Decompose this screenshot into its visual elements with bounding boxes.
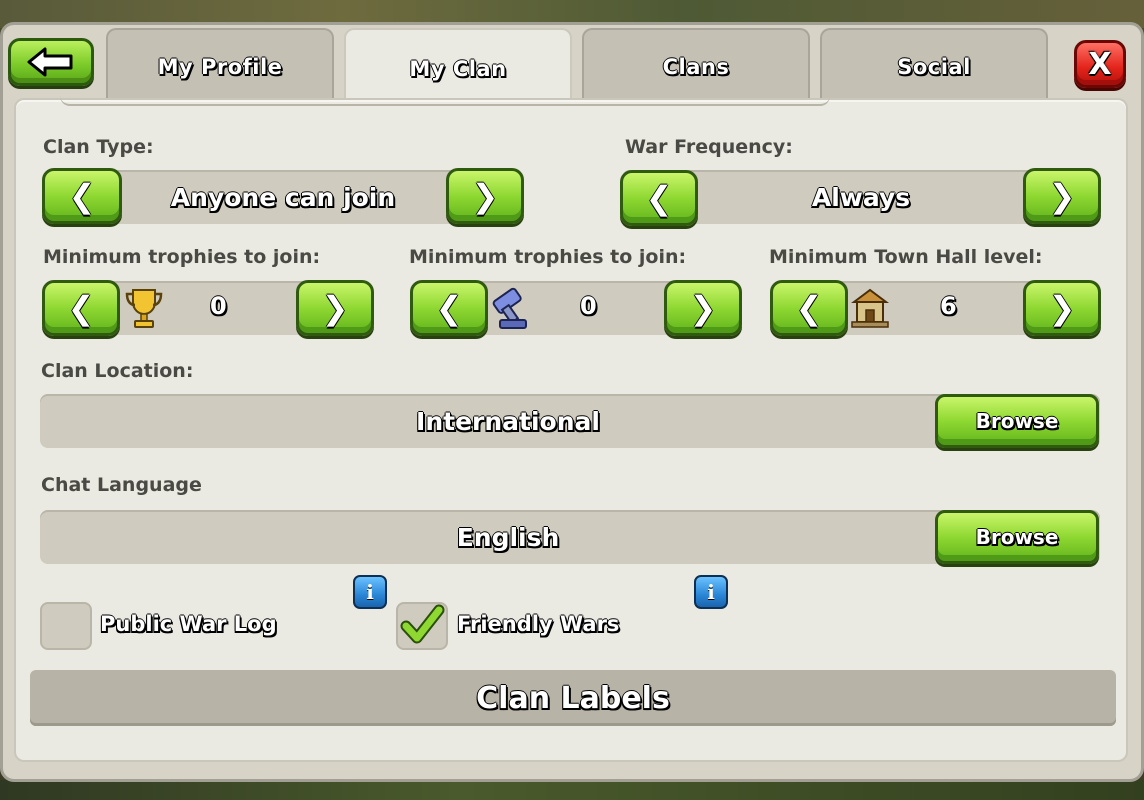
scroll-edge <box>60 96 830 106</box>
chevron-left-icon: ❮ <box>67 289 95 327</box>
close-icon: X <box>1088 46 1112 82</box>
war-frequency-prev-button[interactable]: ❮ <box>620 170 698 226</box>
back-button[interactable] <box>8 38 94 86</box>
min-town-hall-prev-button[interactable]: ❮ <box>770 280 848 336</box>
chat-language-browse-button[interactable]: Browse <box>935 510 1099 564</box>
chevron-right-icon: ❯ <box>321 289 349 327</box>
min-trophies-next-button[interactable]: ❯ <box>296 280 374 336</box>
chevron-left-icon: ❮ <box>795 289 823 327</box>
tab-social[interactable]: Social <box>820 28 1048 104</box>
clan-type-next-button[interactable]: ❯ <box>446 168 524 224</box>
min-war-trophies-prev-button[interactable]: ❮ <box>410 280 488 336</box>
info-icon: i <box>707 580 715 604</box>
chevron-right-icon: ❯ <box>689 289 717 327</box>
chevron-right-icon: ❯ <box>1048 289 1076 327</box>
info-icon: i <box>366 580 374 604</box>
min-war-trophies-value: 0 <box>580 292 597 320</box>
min-war-trophies-next-button[interactable]: ❯ <box>664 280 742 336</box>
min-town-hall-label: Minimum Town Hall level: <box>769 246 1043 268</box>
chat-language-label: Chat Language <box>41 474 202 496</box>
min-trophies-label: Minimum trophies to join: <box>43 246 321 268</box>
trophy-icon <box>124 286 164 330</box>
clan-location-browse-button[interactable]: Browse <box>935 394 1099 448</box>
min-town-hall-next-button[interactable]: ❯ <box>1023 280 1101 336</box>
friendly-wars-checkbox[interactable] <box>396 602 448 650</box>
clan-location-label: Clan Location: <box>41 360 194 382</box>
public-war-log-label: Public War Log <box>100 612 277 636</box>
background-bottom-strip <box>0 780 1144 800</box>
clan-type-label: Clan Type: <box>43 136 154 158</box>
clan-type-prev-button[interactable]: ❮ <box>42 168 122 224</box>
min-trophies-value: 0 <box>210 292 227 320</box>
min-war-trophies-label: Minimum trophies to join: <box>409 246 687 268</box>
war-frequency-label: War Frequency: <box>625 136 793 158</box>
tab-clans[interactable]: Clans <box>582 28 810 104</box>
min-trophies-prev-button[interactable]: ❮ <box>42 280 120 336</box>
war-frequency-next-button[interactable]: ❯ <box>1023 168 1101 224</box>
chevron-left-icon: ❮ <box>645 179 673 217</box>
public-war-log-checkbox[interactable] <box>40 602 92 650</box>
friendly-wars-info-button[interactable]: i <box>694 575 728 609</box>
min-town-hall-value: 6 <box>940 292 957 320</box>
back-arrow-icon <box>27 47 73 77</box>
chevron-left-icon: ❮ <box>435 289 463 327</box>
chevron-right-icon: ❯ <box>471 177 499 215</box>
town-hall-icon <box>850 286 890 330</box>
friendly-wars-label: Friendly Wars <box>457 612 620 636</box>
public-war-log-info-button[interactable]: i <box>353 575 387 609</box>
war-hammer-icon <box>492 286 532 330</box>
chevron-left-icon: ❮ <box>68 177 96 215</box>
close-button[interactable]: X <box>1074 40 1126 88</box>
tab-my-profile[interactable]: My Profile <box>106 28 334 104</box>
clan-location-value: International <box>416 406 600 436</box>
chevron-right-icon: ❯ <box>1048 177 1076 215</box>
checkmark-icon <box>400 604 445 644</box>
chat-language-value: English <box>456 522 560 552</box>
clan-labels-button[interactable]: Clan Labels <box>30 670 1116 726</box>
